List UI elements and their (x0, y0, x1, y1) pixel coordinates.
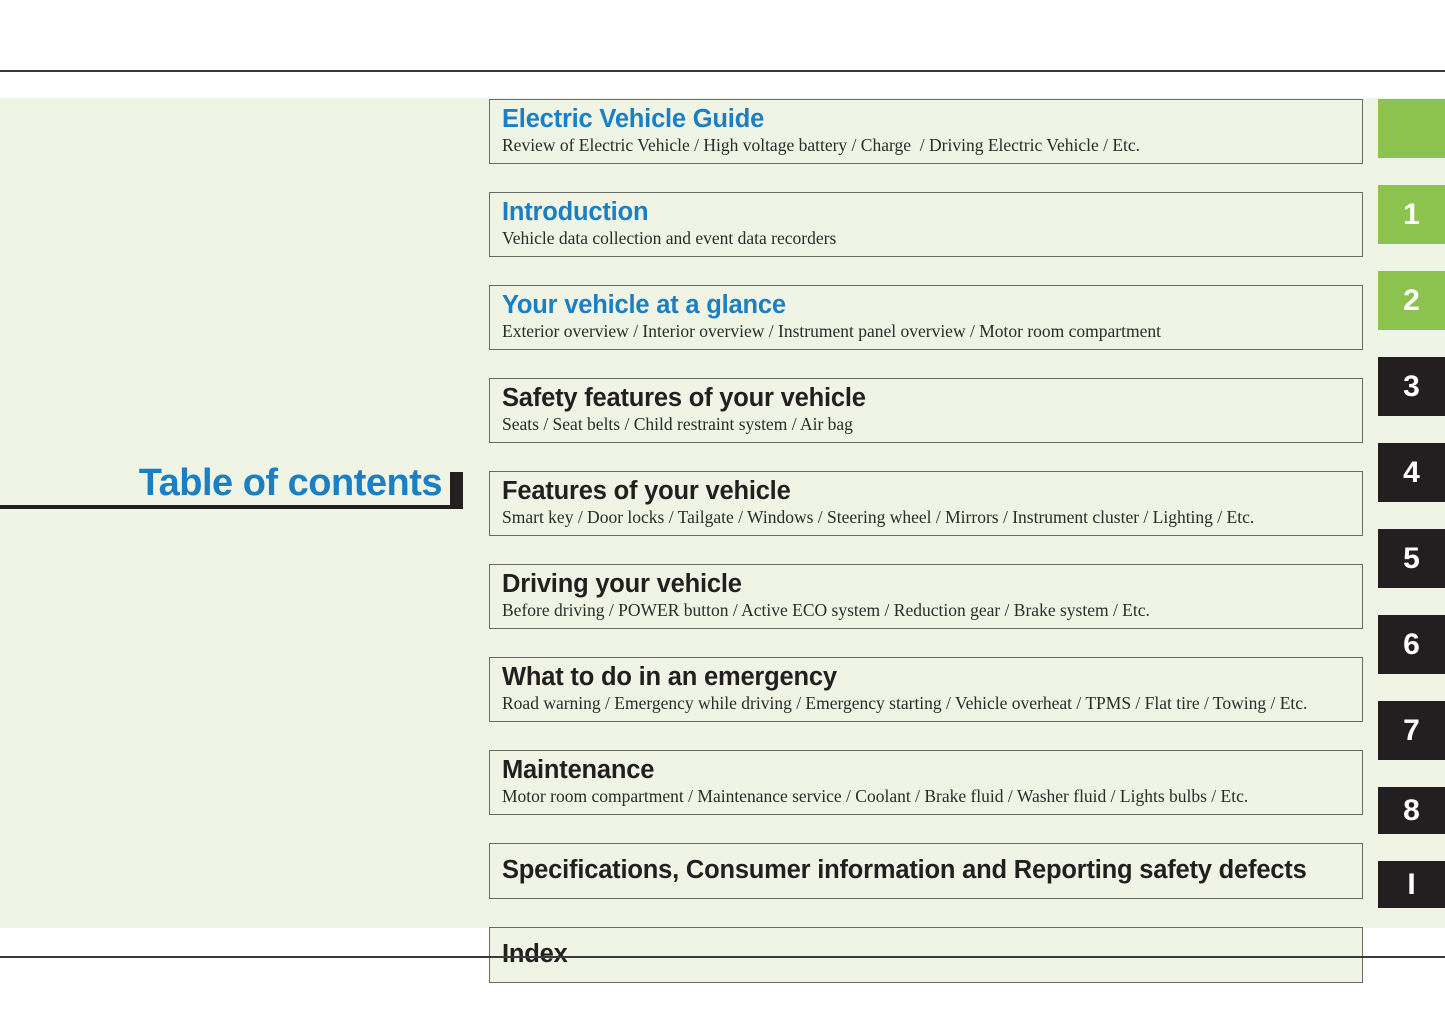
chapter-tab[interactable]: 4 (1378, 443, 1445, 502)
toc-entry-heading: Electric Vehicle Guide (502, 105, 765, 133)
toc-entry-row[interactable]: Index (489, 926, 1363, 983)
toc-entry-row[interactable]: Safety features of your vehicle Seats / S… (489, 377, 1363, 443)
page-top-rule (0, 70, 1445, 72)
chapter-tab[interactable]: I (1378, 861, 1445, 908)
chapter-tab[interactable]: 1 (1378, 185, 1445, 244)
toc-entry-subtitle: Road warning / Emergency while driving /… (502, 692, 1308, 713)
chapter-tab[interactable]: 3 (1378, 357, 1445, 416)
toc-entry-subtitle: Motor room compartment / Maintenance ser… (502, 785, 1249, 806)
chapter-tab-strip: 1 2 3 4 5 6 7 8 I (1378, 99, 1445, 935)
toc-entry-heading: Introduction (502, 197, 649, 226)
chapter-tab[interactable]: 6 (1378, 615, 1445, 674)
toc-entry-subtitle: Before driving / POWER button / Active E… (502, 599, 1150, 620)
toc-entry-row[interactable]: Specifications, Consumer information and… (489, 842, 1363, 899)
toc-entry-row[interactable]: Your vehicle at a glance Exterior overvie… (489, 284, 1363, 350)
toc-entry-heading: Your vehicle at a glance (502, 290, 786, 319)
toc-entry-subtitle: Review of Electric Vehicle / High voltag… (502, 135, 1141, 156)
toc-entry-row[interactable]: Maintenance Motor room compartment / Main… (489, 749, 1363, 815)
toc-entry-subtitle: Smart key / Door locks / Tailgate / Wind… (502, 506, 1255, 527)
chapter-tab[interactable]: 7 (1378, 701, 1445, 760)
toc-entry-list: Electric Vehicle Guide Review of Electric… (489, 99, 1363, 1011)
toc-entry-heading: What to do in an emergency (502, 662, 837, 691)
toc-entry-heading: Driving your vehicle (502, 569, 742, 598)
toc-entry-row[interactable]: Driving your vehicle Before driving / POW… (489, 563, 1363, 629)
chapter-tab[interactable] (1378, 99, 1445, 158)
toc-entry-row[interactable]: What to do in an emergency Road warning /… (489, 656, 1363, 722)
chapter-tab[interactable]: 5 (1378, 529, 1445, 588)
toc-entry-heading: Maintenance (502, 755, 655, 784)
toc-entry-row[interactable]: Electric Vehicle Guide Review of Electric… (489, 99, 1363, 164)
toc-entry-heading: Index (502, 939, 568, 968)
toc-entry-row[interactable]: Introduction Vehicle data collection and … (489, 191, 1363, 257)
toc-entry-subtitle: Exterior overview / Interior overview / … (502, 320, 1161, 341)
toc-entry-heading: Safety features of your vehicle (502, 383, 866, 412)
toc-entry-heading: Features of your vehicle (502, 476, 791, 505)
title-square-marker (450, 472, 463, 509)
toc-entry-row[interactable]: Features of your vehicle Smart key / Door… (489, 470, 1363, 536)
toc-entry-subtitle: Seats / Seat belts / Child restraint sys… (502, 413, 853, 434)
toc-entry-subtitle: Vehicle data collection and event data r… (502, 228, 837, 248)
chapter-tab[interactable]: 2 (1378, 271, 1445, 330)
page-bottom-rule (0, 956, 1445, 958)
toc-entry-heading: Specifications, Consumer information and… (502, 855, 1307, 884)
title-underline-rule (0, 505, 462, 509)
chapter-tab[interactable]: 8 (1378, 787, 1445, 834)
page-title: Table of contents (138, 462, 443, 504)
